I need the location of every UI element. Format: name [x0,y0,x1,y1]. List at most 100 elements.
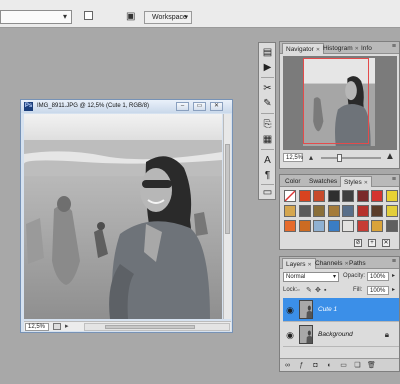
chevron-down-icon: ▾ [62,12,67,21]
style-swatch[interactable] [342,190,354,202]
zoom-level-field[interactable]: 12,5% [25,323,49,331]
chevron-down-icon: ▾ [184,14,188,21]
opacity-field[interactable]: 100% [367,272,389,281]
panel-menu-icon[interactable]: ≡ [392,43,396,50]
style-swatch[interactable] [298,190,311,202]
clear-style-icon[interactable]: ⊘ [354,239,362,247]
visibility-eye-icon[interactable]: ◉ [285,330,295,340]
style-swatch[interactable] [342,205,354,217]
layer-comps-icon[interactable]: ▦ [262,134,273,145]
tab-navigator[interactable]: Navigator ✕ [282,43,325,54]
zoom-slider-track[interactable] [321,157,381,159]
style-swatch[interactable] [342,220,354,232]
layer-row-background[interactable]: ◉ Background 🔒︎ [283,323,399,347]
tab-paths[interactable]: Paths [346,258,369,269]
style-swatch[interactable] [371,205,383,217]
style-swatch[interactable] [385,190,398,202]
workspace-button[interactable]: Workspace ▾ [144,11,192,24]
link-layers-icon[interactable]: ∞ [283,361,292,370]
tab-layers[interactable]: Layers ✕ [282,258,316,269]
tab-swatches[interactable]: Swatches [306,176,340,187]
lock-all-icon[interactable]: ▪ [324,287,331,294]
style-swatch[interactable] [327,190,340,202]
style-swatch[interactable] [371,190,383,202]
character-icon[interactable]: A [262,155,273,166]
style-swatch[interactable] [371,220,383,232]
history-icon[interactable]: ▤ [262,47,273,58]
scroll-thumb[interactable] [105,325,195,329]
layers-lock-row: Lock: ▫ ✎ ✥ ▪ Fill: 100% ▸ [283,285,399,297]
opacity-arrow-icon[interactable]: ▸ [392,272,395,279]
navigator-preview[interactable] [283,56,397,150]
document-title-bar[interactable]: Ps IMG_8911.JPG @ 12,5% (Cute 1, RGB/8) … [21,100,232,113]
panel-menu-icon[interactable]: ≡ [392,258,396,265]
style-swatch[interactable] [327,220,340,232]
style-swatch[interactable] [356,190,369,202]
layer-mask-icon[interactable]: ◘ [311,361,320,370]
layers-panel: Layers ✕ Channels ✕ Paths ≡ Normal ▾ Opaci… [279,256,400,372]
options-checkbox[interactable] [84,11,93,20]
close-icon: ✕ [363,180,368,186]
delete-style-icon[interactable]: ✕ [382,239,390,247]
chevron-down-icon: ▾ [332,274,336,280]
style-swatch[interactable] [356,220,369,232]
fill-arrow-icon[interactable]: ▸ [392,286,395,293]
navigator-zoom-field[interactable]: 12,5% [283,153,303,162]
blend-mode-value: Normal [286,274,306,280]
fill-field[interactable]: 100% [367,286,389,295]
brushes-icon[interactable]: ✎ [262,98,273,109]
style-swatch[interactable] [284,220,296,232]
tab-styles[interactable]: Styles ✕ [340,176,372,187]
style-swatch[interactable] [313,220,325,232]
style-swatch[interactable] [313,205,325,217]
blend-mode-select[interactable]: Normal ▾ [283,272,339,282]
tool-preset-select[interactable]: ▾ [0,10,72,24]
image-canvas[interactable] [24,114,222,319]
scroll-thumb[interactable] [225,144,230,234]
document-title: IMG_8911.JPG @ 12,5% (Cute 1, RGB/8) [37,103,150,109]
zoom-in-icon[interactable]: ▲ [385,152,395,162]
lock-transparent-icon[interactable]: ▫ [297,287,304,294]
lock-image-icon[interactable]: ✎ [306,287,313,294]
layer-row-cute-1[interactable]: ◉ Cute 1 [283,298,399,322]
style-swatch[interactable] [385,205,398,217]
new-style-icon[interactable]: + [368,239,376,247]
layer-thumbnail [299,300,313,319]
style-swatch[interactable] [313,190,325,202]
workspace-label: Workspace [152,14,187,21]
style-swatch[interactable] [327,205,340,217]
workspace-icon[interactable]: ▣ [126,12,138,22]
minimize-button[interactable]: – [176,102,189,111]
tab-histogram[interactable]: Histogram ✕ [320,43,362,54]
tab-color[interactable]: Color [282,176,304,187]
actions-icon[interactable]: ▶ [262,62,273,73]
lock-position-icon[interactable]: ✥ [315,287,322,294]
notes-icon[interactable]: ▭ [262,187,273,198]
style-swatch[interactable] [356,205,369,217]
vertical-scrollbar[interactable] [223,114,231,319]
style-swatch[interactable] [298,205,311,217]
document-info-icon[interactable] [53,323,61,330]
zoom-out-icon[interactable]: ▴ [309,153,318,162]
layer-style-icon[interactable]: ƒ [297,361,306,370]
horizontal-scrollbar[interactable] [84,323,230,331]
zoom-slider-knob[interactable] [337,154,342,162]
style-swatch[interactable] [284,190,296,202]
panel-menu-icon[interactable]: ≡ [392,176,396,183]
restore-button[interactable]: ▭ [193,102,206,111]
style-swatch[interactable] [385,220,398,232]
tool-presets-icon[interactable]: ✂ [262,83,273,94]
status-arrow-icon[interactable]: ▸ [65,322,69,330]
tab-info[interactable]: Info [358,43,375,54]
style-swatch[interactable] [284,205,296,217]
visibility-eye-icon[interactable]: ◉ [285,305,295,315]
style-swatch[interactable] [298,220,311,232]
group-folder-icon[interactable]: ▭ [339,361,348,370]
delete-layer-icon[interactable]: 🗑︎ [367,361,376,370]
adjustment-layer-icon[interactable]: ◐ [325,361,334,370]
close-button[interactable]: ✕ [210,102,223,111]
clone-source-icon[interactable]: ⎘ [262,119,273,130]
new-layer-icon[interactable]: ❏ [353,361,362,370]
paragraph-icon[interactable]: ¶ [262,170,273,181]
view-box-indicator[interactable] [303,58,369,144]
